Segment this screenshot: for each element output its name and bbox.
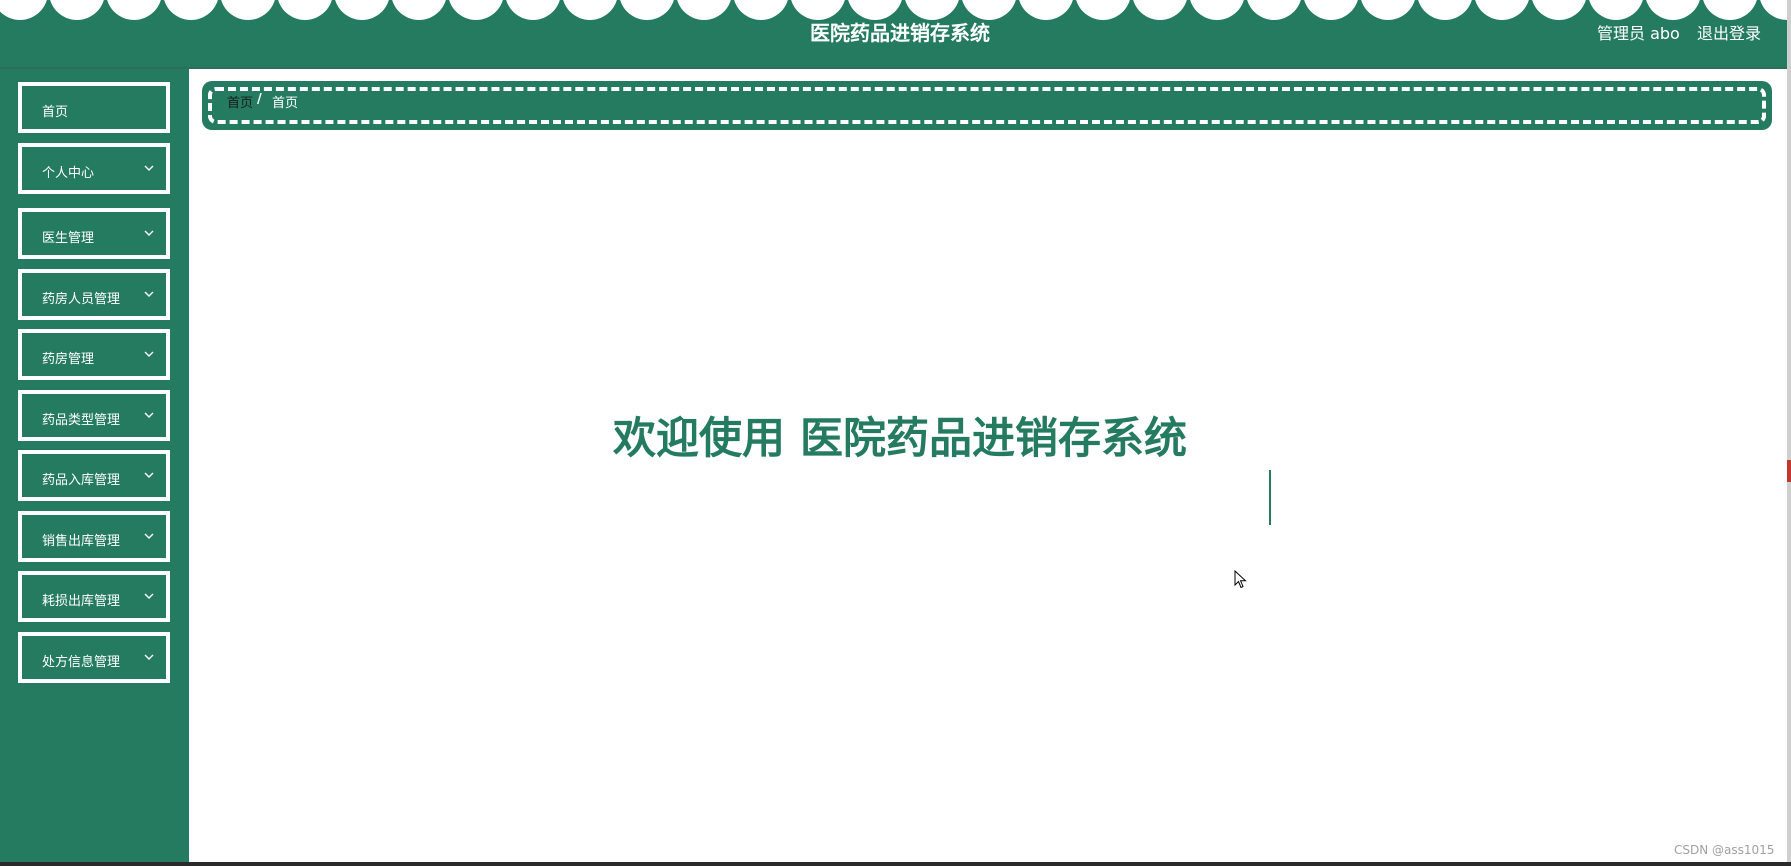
- sidebar-item-personal-center[interactable]: 个人中心: [18, 143, 170, 194]
- chevron-down-icon: [143, 651, 155, 663]
- window-edge-marker: [1787, 460, 1791, 482]
- sidebar-item-home[interactable]: 首页: [18, 82, 170, 133]
- sidebar-item-label: 处方信息管理: [42, 655, 121, 670]
- app-title: 医院药品进销存系统: [810, 21, 990, 45]
- text-caret: [1269, 470, 1271, 525]
- sidebar-item-label: 耗损出库管理: [42, 594, 121, 609]
- sidebar-item-label: 销售出库管理: [42, 534, 121, 549]
- sidebar-item-pharmacy-management[interactable]: 药房管理: [18, 329, 170, 380]
- chevron-down-icon: [143, 288, 155, 300]
- chevron-down-icon: [143, 590, 155, 602]
- sidebar-item-loss-outbound-management[interactable]: 耗损出库管理: [18, 571, 170, 622]
- chevron-down-icon: [143, 162, 155, 174]
- mouse-cursor-icon: [1234, 570, 1247, 589]
- current-user-label: 管理员 abo: [1597, 24, 1680, 43]
- sidebar-item-pharmacy-staff-management[interactable]: 药房人员管理: [18, 269, 170, 320]
- watermark: CSDN @ass1015: [1674, 843, 1775, 857]
- breadcrumb-dashed-frame: [208, 87, 1766, 124]
- sidebar-item-label: 医生管理: [42, 231, 95, 246]
- breadcrumb-separator: /: [257, 92, 262, 107]
- sidebar-item-label: 药房人员管理: [42, 292, 121, 307]
- breadcrumb-home-link[interactable]: 首页: [227, 92, 253, 111]
- window-bottom-edge: [0, 862, 1791, 866]
- breadcrumb: 首页 / 首页: [202, 81, 1772, 130]
- logout-link[interactable]: 退出登录: [1697, 20, 1761, 44]
- sidebar-item-label: 药品入库管理: [42, 473, 121, 488]
- chevron-down-icon: [143, 530, 155, 542]
- app-root: 医院药品进销存系统 管理员 abo 退出登录 首页 个人中心 医生管理 药房人员…: [0, 0, 1791, 866]
- top-header: 医院药品进销存系统 管理员 abo 退出登录: [0, 0, 1791, 69]
- sidebar-item-doctor-management[interactable]: 医生管理: [18, 208, 170, 259]
- sidebar-item-label: 首页: [42, 105, 69, 120]
- sidebar-item-sales-outbound-management[interactable]: 销售出库管理: [18, 511, 170, 562]
- chevron-down-icon: [143, 227, 155, 239]
- sidebar-menu: 首页 个人中心 医生管理 药房人员管理 药房管理 药品类型管理 药品入库管理 销…: [0, 69, 189, 866]
- welcome-heading: 欢迎使用 医院药品进销存系统: [613, 414, 1187, 464]
- sidebar-item-label: 个人中心: [42, 166, 95, 181]
- sidebar-item-label: 药房管理: [42, 352, 95, 367]
- sidebar-item-prescription-management[interactable]: 处方信息管理: [18, 632, 170, 683]
- breadcrumb-current: 首页: [272, 96, 299, 111]
- window-right-edge: [1787, 0, 1791, 866]
- chevron-down-icon: [143, 348, 155, 360]
- chevron-down-icon: [143, 469, 155, 481]
